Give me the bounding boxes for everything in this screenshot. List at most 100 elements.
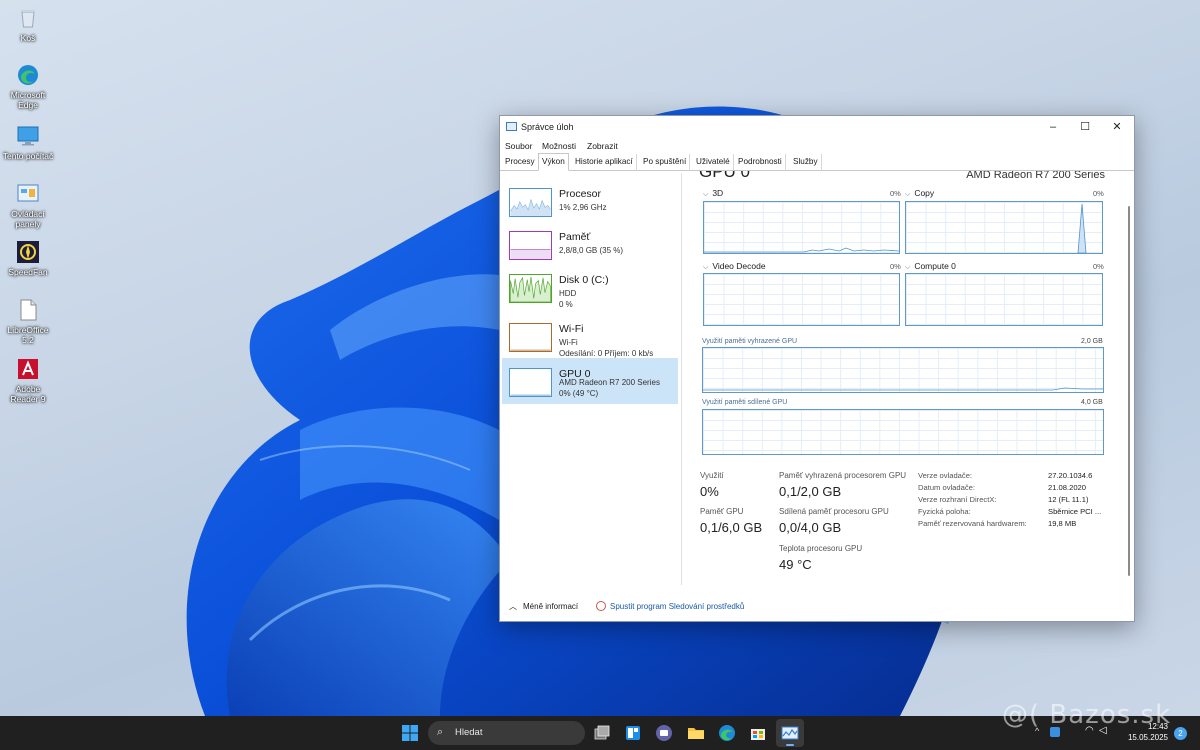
chevron-down-icon: ⌵ (703, 264, 709, 271)
edge-taskbar-icon[interactable] (718, 724, 736, 742)
open-resource-monitor-label: Spustit program Sledování prostředků (610, 602, 745, 611)
cpu-mini-graph (509, 188, 552, 217)
graph-video-decode (703, 273, 900, 326)
utilization-label: Využití (700, 471, 724, 480)
footer-bar: ︿ Méně informací Spustit program Sledován… (500, 591, 1134, 621)
driver-date-value: 21.08.2020 (1048, 483, 1087, 492)
sidebar-item-gpu[interactable]: GPU 0 AMD Radeon R7 200 Series 0% (49 °C… (502, 358, 678, 404)
task-manager-taskbar-button[interactable] (776, 719, 804, 747)
notification-badge[interactable]: 2 (1174, 727, 1187, 740)
fewer-details-button[interactable]: ︿ Méně informací (509, 601, 578, 612)
task-manager-window: Správce úloh – ☐ ✕ Soubor Možnosti Zobra… (499, 115, 1135, 622)
engine-selector-copy[interactable]: ⌵ Copy (905, 188, 934, 199)
property-key: Paměť rezervovaná hardwarem: (918, 519, 1027, 528)
graph-dedicated-memory-line (703, 387, 1103, 391)
maximize-button[interactable]: ☐ (1069, 116, 1101, 138)
file-explorer-icon[interactable] (687, 724, 705, 742)
tab-app-history[interactable]: Historie aplikací (572, 154, 637, 171)
minimize-button[interactable]: – (1037, 116, 1069, 138)
graph-3d (703, 201, 900, 254)
gpu-memory-value: 0,1/6,0 GB (700, 520, 763, 535)
tab-processes[interactable]: Procesy (502, 154, 539, 171)
pane-divider[interactable] (681, 173, 682, 585)
clock-date: 15.05.2025 (1127, 733, 1168, 742)
window-title: Správce úloh (521, 122, 574, 132)
open-resource-monitor-link[interactable]: Spustit program Sledování prostředků (596, 601, 744, 611)
adobe-reader-icon (16, 357, 40, 381)
sidebar-item-cpu[interactable]: Procesor 1% 2,96 GHz (502, 178, 678, 224)
chevron-down-icon: ⌵ (703, 191, 709, 198)
desktop-icon-label: Microsoft Edge (10, 90, 46, 110)
engine-percent: 0% (890, 262, 901, 271)
tab-bar: Procesy Výkon Historie aplikací Po spušt… (500, 153, 1134, 171)
close-button[interactable]: ✕ (1101, 116, 1133, 138)
edge-icon (16, 63, 40, 87)
desktop-icon-adobe-reader[interactable]: Adobe Reader 9 (2, 357, 54, 404)
start-button-icon[interactable] (401, 724, 419, 742)
gpu-mini-graph (509, 368, 552, 397)
menu-bar: Soubor Možnosti Zobrazit (500, 138, 1134, 154)
engine-label: Video Decode (712, 261, 766, 271)
vertical-scrollbar[interactable] (1126, 178, 1131, 586)
desktop-icon-label: Koš (20, 33, 36, 43)
resource-detail: Wi-Fi (559, 338, 578, 347)
title-bar[interactable]: Správce úloh – ☐ ✕ (500, 116, 1134, 138)
scrollbar-thumb[interactable] (1128, 206, 1130, 576)
chevron-up-icon: ︿ (509, 602, 517, 611)
engine-selector-video-decode[interactable]: ⌵ Video Decode (703, 261, 766, 272)
graph-3d-line (704, 247, 900, 253)
desktop-icon-libreoffice[interactable]: LibreOffice 5.2 (2, 298, 54, 345)
menu-view[interactable]: Zobrazit (587, 141, 618, 151)
resource-name: Procesor (559, 188, 602, 200)
active-indicator (786, 744, 794, 746)
menu-options[interactable]: Možnosti (542, 141, 576, 151)
dedicated-gpu-memory-label: Paměť vyhrazená procesorem GPU (779, 471, 907, 480)
physical-location-value: Sběrnice PCI ... (1048, 507, 1102, 516)
tab-details[interactable]: Podrobnosti (735, 154, 786, 171)
engine-selector-3d[interactable]: ⌵ 3D (703, 188, 723, 199)
hardware-reserved-memory-value: 19,8 MB (1048, 519, 1077, 528)
engine-label: Copy (914, 188, 935, 198)
taskbar-search-box[interactable]: ⌕ Hledat (428, 721, 585, 745)
search-icon: ⌕ (437, 726, 444, 738)
directx-version-value: 12 (FL 11.1) (1048, 495, 1089, 504)
desktop-icon-control-panel[interactable]: Ovládací panely (2, 182, 54, 229)
desktop-icon-recycle-bin[interactable]: Koš (2, 6, 54, 43)
task-manager-taskbar-icon (781, 726, 799, 740)
dedicated-memory-max: 2,0 GB (1081, 338, 1103, 345)
desktop-icon-label: Tento počítač (2, 151, 54, 161)
tab-performance[interactable]: Výkon (538, 153, 569, 171)
property-key: Verze rozhraní DirectX: (918, 495, 997, 504)
tab-services[interactable]: Služby (790, 154, 822, 171)
tab-startup[interactable]: Po spuštění (640, 154, 691, 171)
dedicated-memory-label: Využití paměti vyhrazené GPU (702, 338, 798, 345)
page-title: GPU 0 (699, 171, 751, 181)
desktop-icon-label: LibreOffice 5.2 (7, 325, 49, 345)
shared-gpu-memory-value: 0,0/4,0 GB (779, 520, 842, 535)
sidebar-item-wifi[interactable]: Wi-Fi Wi-Fi Odesílání: 0 Příjem: 0 kb/s (502, 313, 678, 359)
tab-users[interactable]: Uživatelé (693, 154, 734, 171)
sidebar-item-memory[interactable]: Paměť 2,8/8,0 GB (35 %) (502, 221, 678, 267)
dedicated-gpu-memory-value: 0,1/2,0 GB (779, 484, 842, 499)
task-view-icon[interactable] (593, 724, 611, 742)
resource-monitor-icon (596, 601, 606, 611)
desktop-icon-speedfan[interactable]: SpeedFan (2, 240, 54, 277)
speedfan-icon (16, 240, 40, 264)
engine-percent: 0% (890, 189, 901, 198)
graph-dedicated-memory (702, 347, 1104, 393)
engine-label: Compute 0 (914, 261, 956, 271)
engine-selector-compute[interactable]: ⌵ Compute 0 (905, 261, 956, 272)
store-icon[interactable] (749, 724, 767, 742)
desktop-icon-edge[interactable]: Microsoft Edge (2, 63, 54, 110)
fewer-details-label: Méně informací (523, 602, 579, 611)
desktop-icon-this-pc[interactable]: Tento počítač (2, 124, 54, 161)
teams-chat-icon[interactable] (655, 724, 673, 742)
sidebar-item-disk[interactable]: Disk 0 (C:) HDD 0 % (502, 264, 678, 310)
engine-label: 3D (712, 188, 724, 198)
resource-name: Paměť (559, 231, 591, 243)
menu-file[interactable]: Soubor (505, 141, 532, 151)
libreoffice-icon (16, 298, 40, 322)
resource-detail: HDD (559, 289, 577, 298)
widgets-icon[interactable] (624, 724, 642, 742)
resource-name: Disk 0 (C:) (559, 274, 609, 286)
